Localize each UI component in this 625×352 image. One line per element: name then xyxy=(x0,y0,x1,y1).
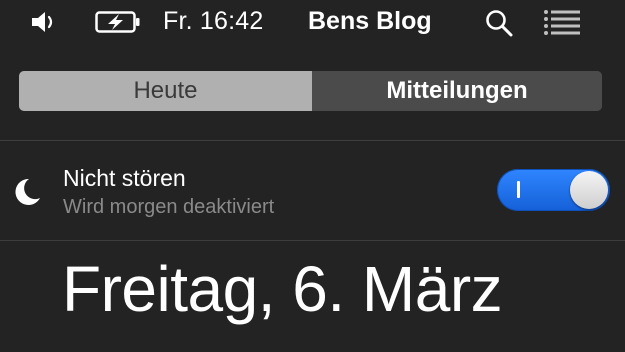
list-icon[interactable] xyxy=(543,9,581,35)
toggle-on-indicator xyxy=(517,181,520,198)
menubar-user-name[interactable]: Bens Blog xyxy=(308,7,432,36)
do-not-disturb-toggle[interactable] xyxy=(497,169,610,211)
moon-icon xyxy=(15,178,40,205)
divider xyxy=(0,140,625,141)
toggle-knob[interactable] xyxy=(570,171,608,209)
do-not-disturb-title: Nicht stören xyxy=(63,165,186,191)
battery-charging-icon[interactable] xyxy=(95,10,141,34)
menubar-clock[interactable]: Fr. 16:42 xyxy=(163,7,263,36)
date-heading: Freitag, 6. März xyxy=(62,253,503,325)
menu-bar: Fr. 16:42 Bens Blog xyxy=(0,0,625,44)
tab-notifications[interactable]: Mitteilungen xyxy=(312,71,602,111)
divider xyxy=(0,240,625,241)
tab-switcher: Heute Mitteilungen xyxy=(19,71,602,111)
tab-today[interactable]: Heute xyxy=(19,71,312,111)
speaker-icon[interactable] xyxy=(30,11,58,33)
do-not-disturb-subtitle: Wird morgen deaktiviert xyxy=(63,196,275,218)
search-icon[interactable] xyxy=(484,8,514,38)
